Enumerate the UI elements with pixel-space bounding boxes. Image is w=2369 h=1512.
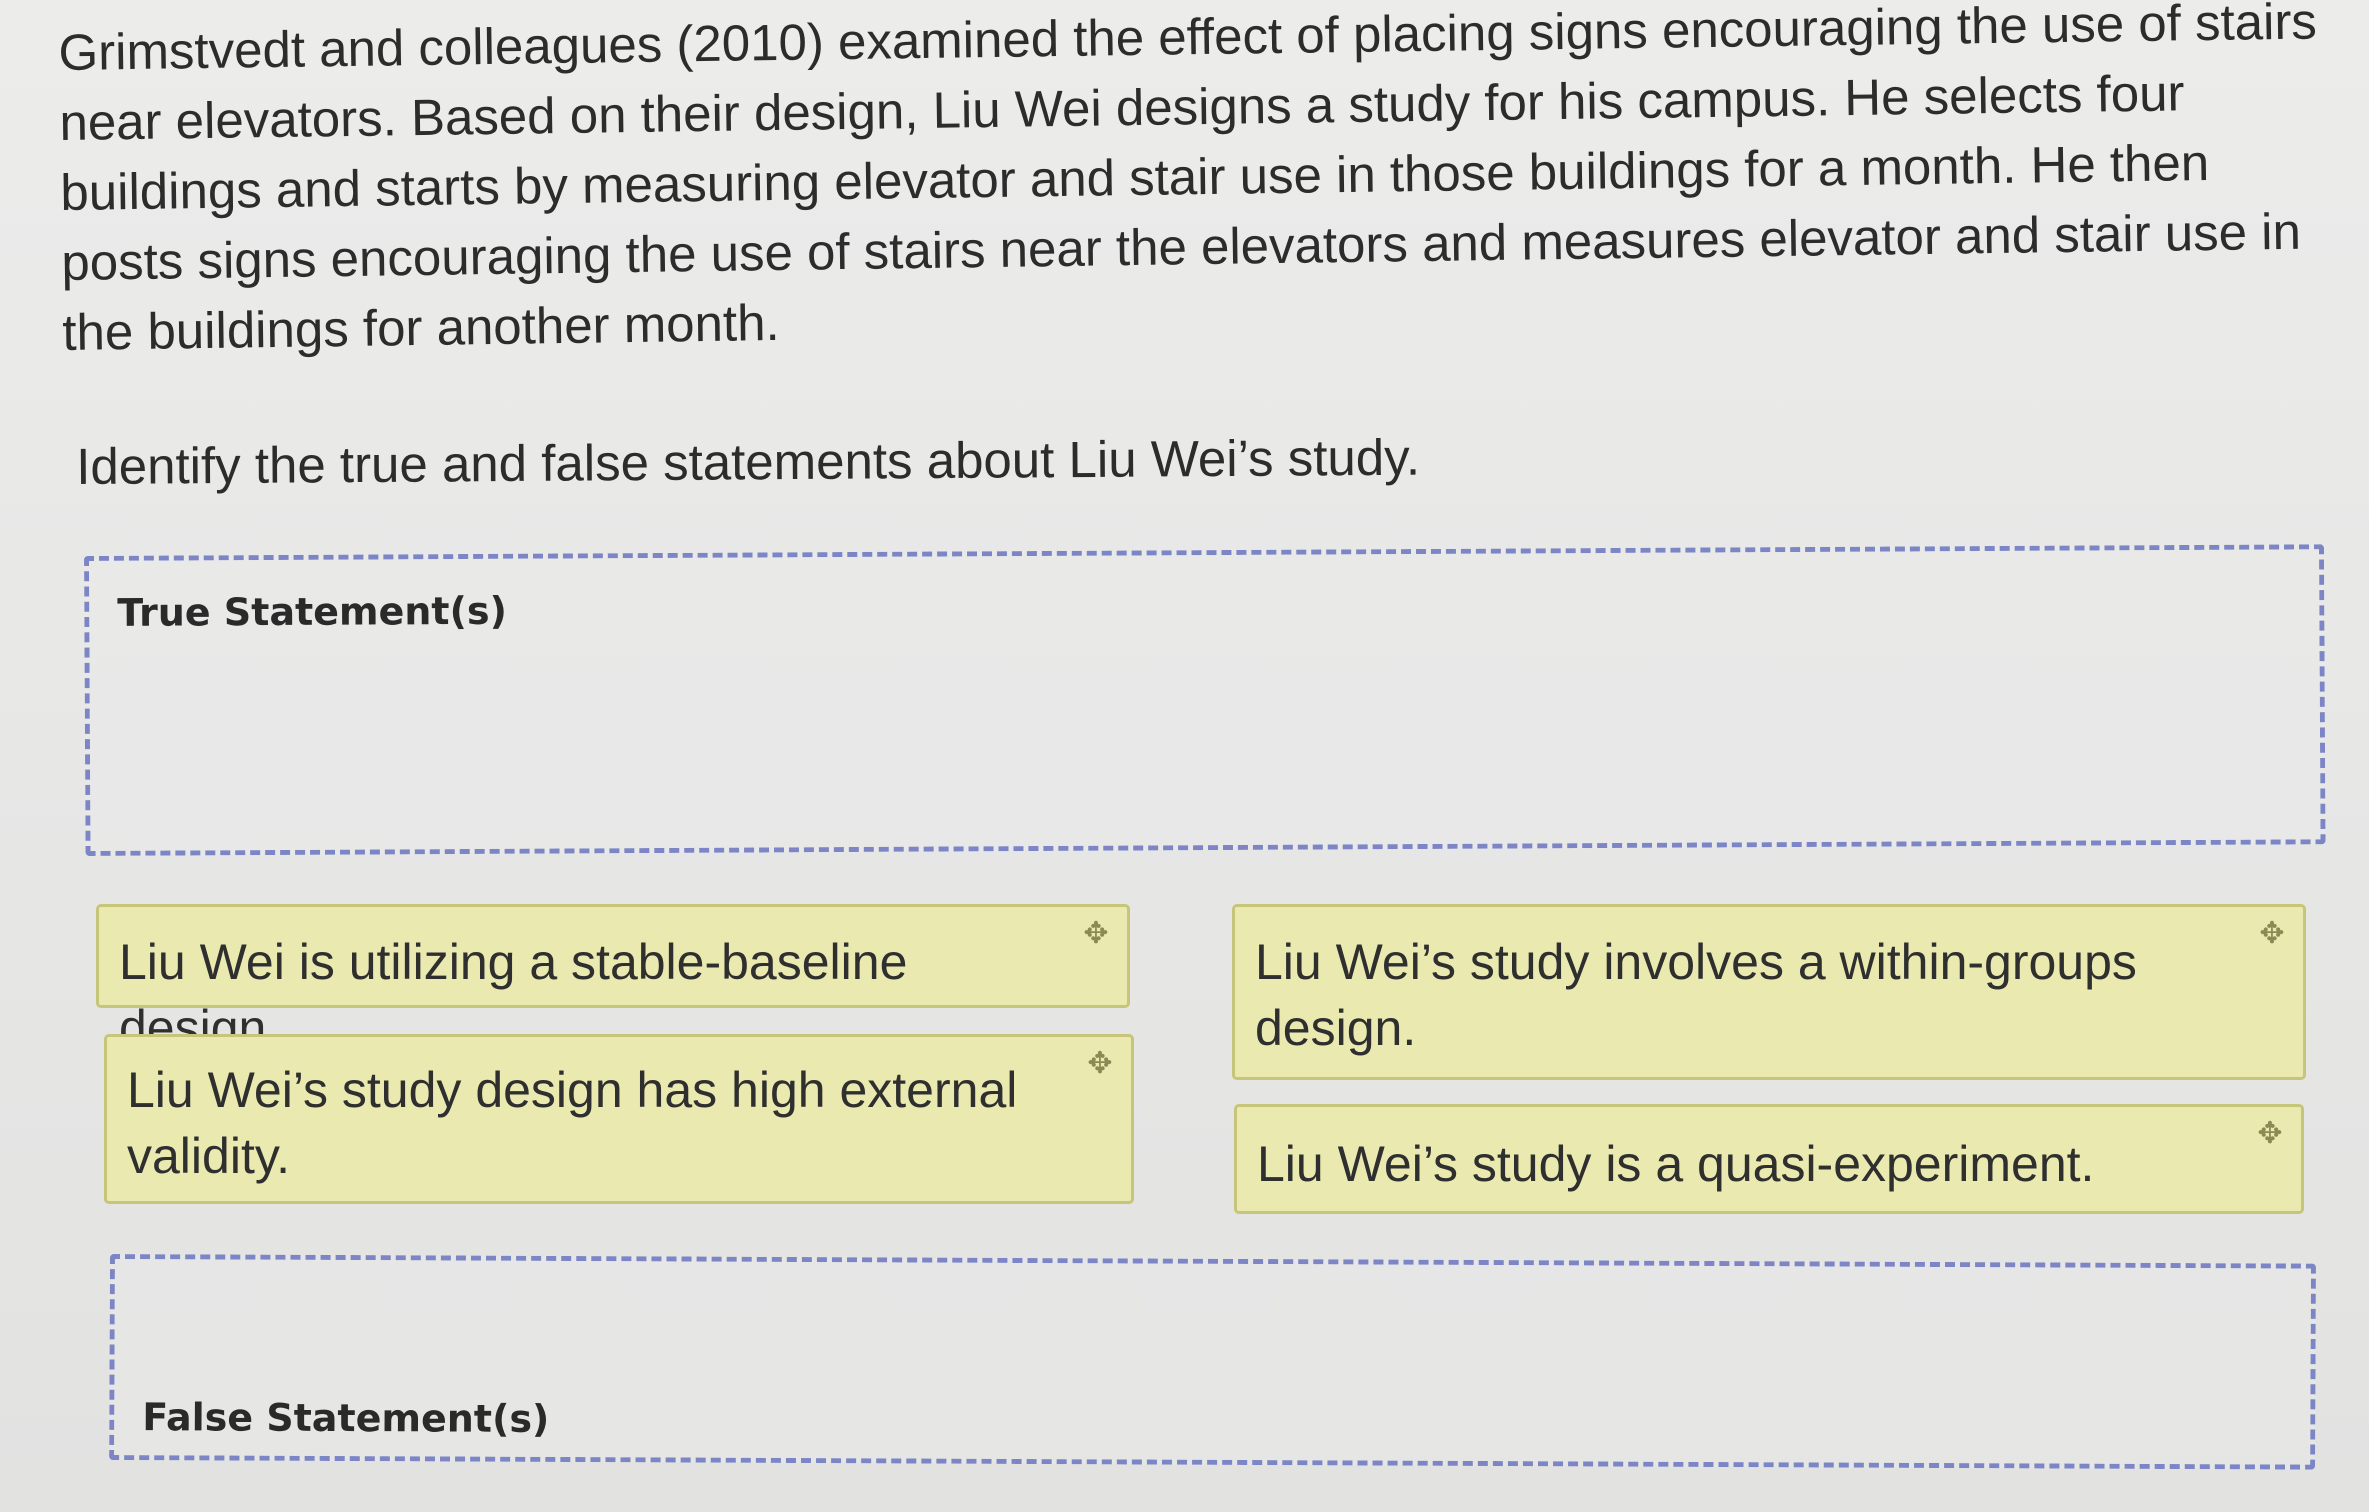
statement-card-within-groups[interactable]: Liu Wei’s study involves a within-groups… [1232, 904, 2306, 1080]
false-statements-label: False Statement(s) [142, 1395, 550, 1441]
true-statements-label: True Statement(s) [117, 588, 508, 635]
false-statements-dropzone[interactable]: False Statement(s) [109, 1254, 2316, 1470]
true-statements-dropzone[interactable]: True Statement(s) [84, 544, 2326, 856]
question-paragraph: Grimstvedt and colleagues (2010) examine… [58, 0, 2318, 361]
statement-card-quasi-experiment[interactable]: Liu Wei’s study is a quasi-experiment. ✥ [1234, 1104, 2304, 1214]
statement-text: Liu Wei’s study involves a within-groups… [1255, 934, 2137, 1056]
move-icon[interactable]: ✥ [1079, 917, 1113, 951]
move-icon[interactable]: ✥ [1083, 1047, 1117, 1081]
question-prompt: Identify the true and false statements a… [76, 428, 1421, 495]
move-icon[interactable]: ✥ [2255, 917, 2289, 951]
statement-card-external-validity[interactable]: Liu Wei’s study design has high external… [104, 1034, 1134, 1204]
statement-text: Liu Wei’s study design has high external… [127, 1062, 1018, 1184]
move-icon[interactable]: ✥ [2253, 1117, 2287, 1151]
statement-text: Liu Wei’s study is a quasi-experiment. [1257, 1136, 2095, 1192]
statement-card-stable-baseline[interactable]: Liu Wei is utilizing a stable-baseline d… [96, 904, 1130, 1056]
assessment-page: Grimstvedt and colleagues (2010) examine… [0, 0, 2369, 1512]
